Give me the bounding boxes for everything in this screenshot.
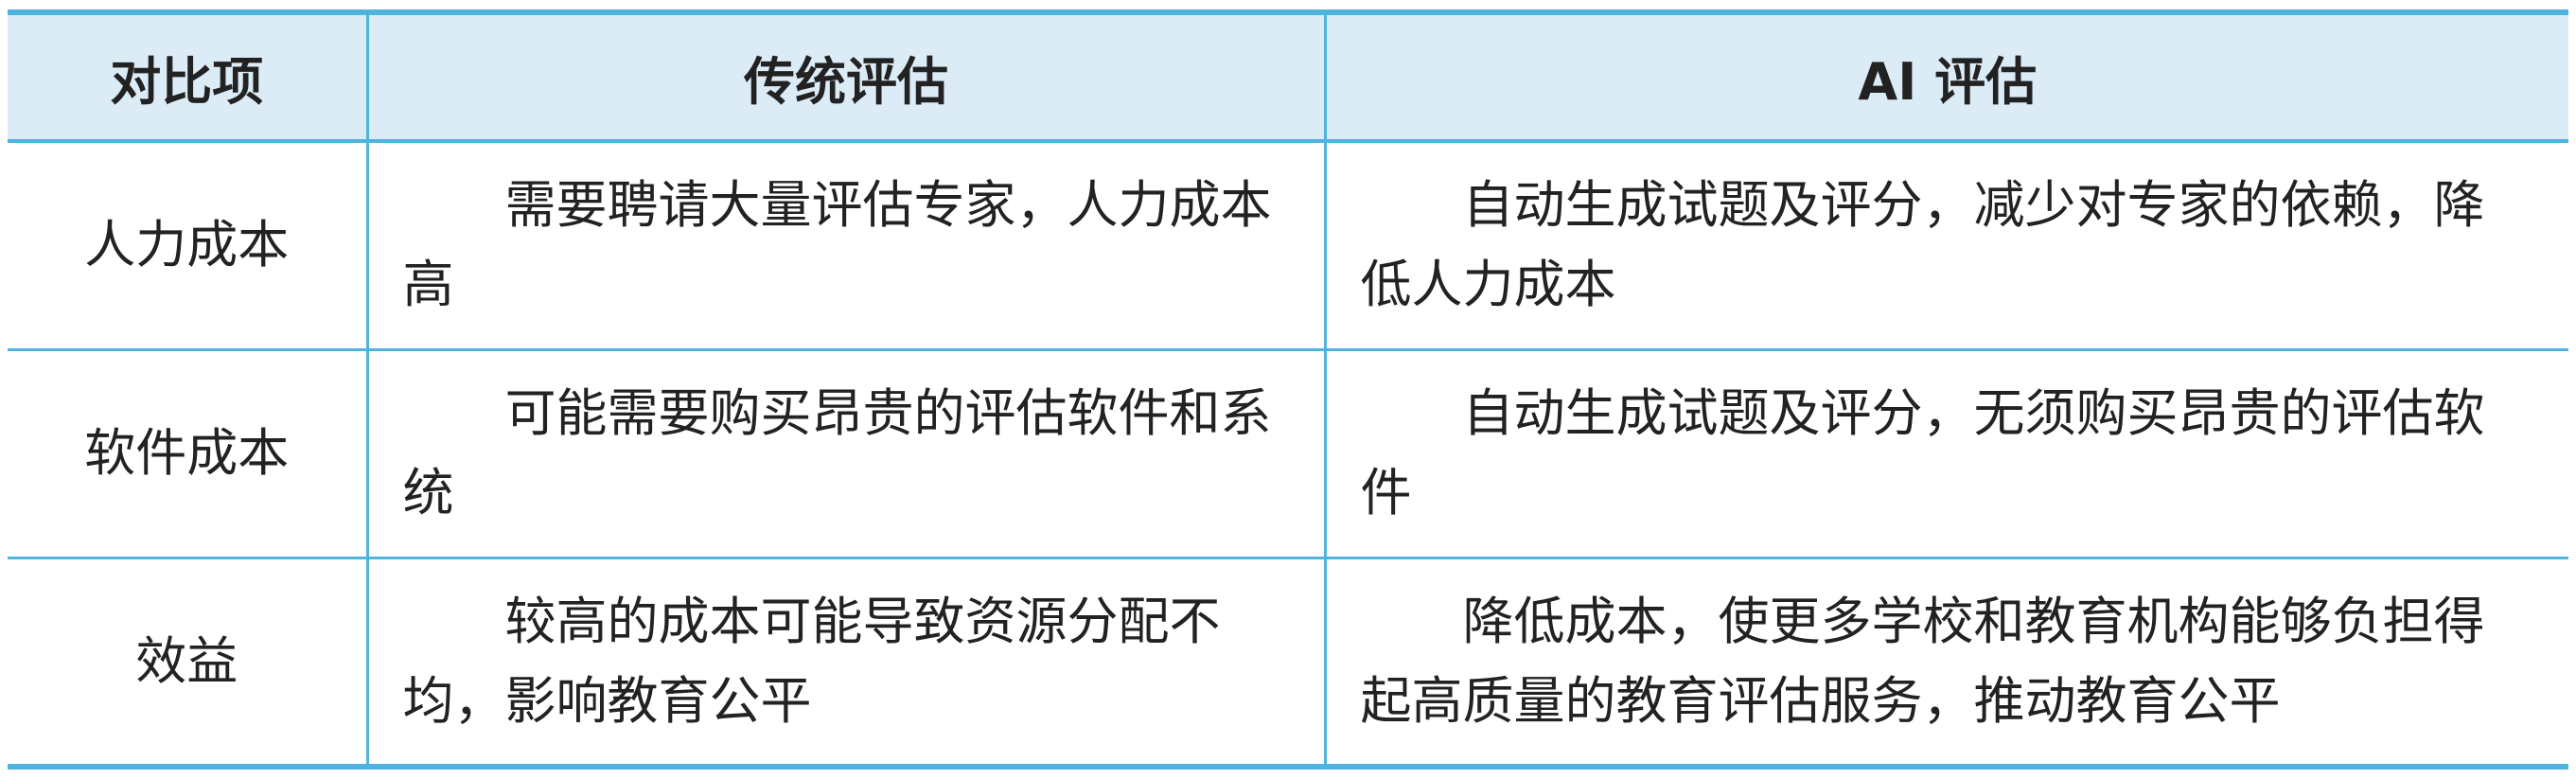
row-item-cell: 软件成本 <box>8 347 367 558</box>
ai-cell: 自动生成试题及评分，无须购买昂贵的评估软件 <box>1323 347 2568 558</box>
ai-cell: 降低成本，使更多学校和教育机构能够负担得起高质量的教育评估服务，推动教育公平 <box>1323 557 2568 767</box>
header-row: 对比项 传统评估 AI 评估 <box>8 12 2568 143</box>
traditional-cell: 需要聘请大量评估专家，人力成本高 <box>365 141 1325 350</box>
header-comparison-item: 对比项 <box>8 12 367 143</box>
table-row: 人力成本 需要聘请大量评估专家，人力成本高 自动生成试题及评分，减少对专家的依赖… <box>8 141 2568 350</box>
table-row: 软件成本 可能需要购买昂贵的评估软件和系统 自动生成试题及评分，无须购买昂贵的评… <box>8 347 2568 558</box>
row-item-cell: 效益 <box>8 557 367 767</box>
header-ai-evaluation: AI 评估 <box>1323 12 2568 143</box>
ai-cell: 自动生成试题及评分，减少对专家的依赖，降低人力成本 <box>1323 141 2568 350</box>
traditional-cell: 可能需要购买昂贵的评估软件和系统 <box>365 347 1325 558</box>
header-traditional-evaluation: 传统评估 <box>365 12 1325 143</box>
table-row: 效益 较高的成本可能导致资源分配不均，影响教育公平 降低成本，使更多学校和教育机… <box>8 557 2568 767</box>
comparison-table: 对比项 传统评估 AI 评估 人力成本 需要聘请大量评估专家，人力成本高 自动生… <box>8 9 2568 770</box>
comparison-table-frame: 对比项 传统评估 AI 评估 人力成本 需要聘请大量评估专家，人力成本高 自动生… <box>8 9 2568 770</box>
row-item-cell: 人力成本 <box>84 215 290 275</box>
traditional-cell: 较高的成本可能导致资源分配不均，影响教育公平 <box>365 557 1325 767</box>
